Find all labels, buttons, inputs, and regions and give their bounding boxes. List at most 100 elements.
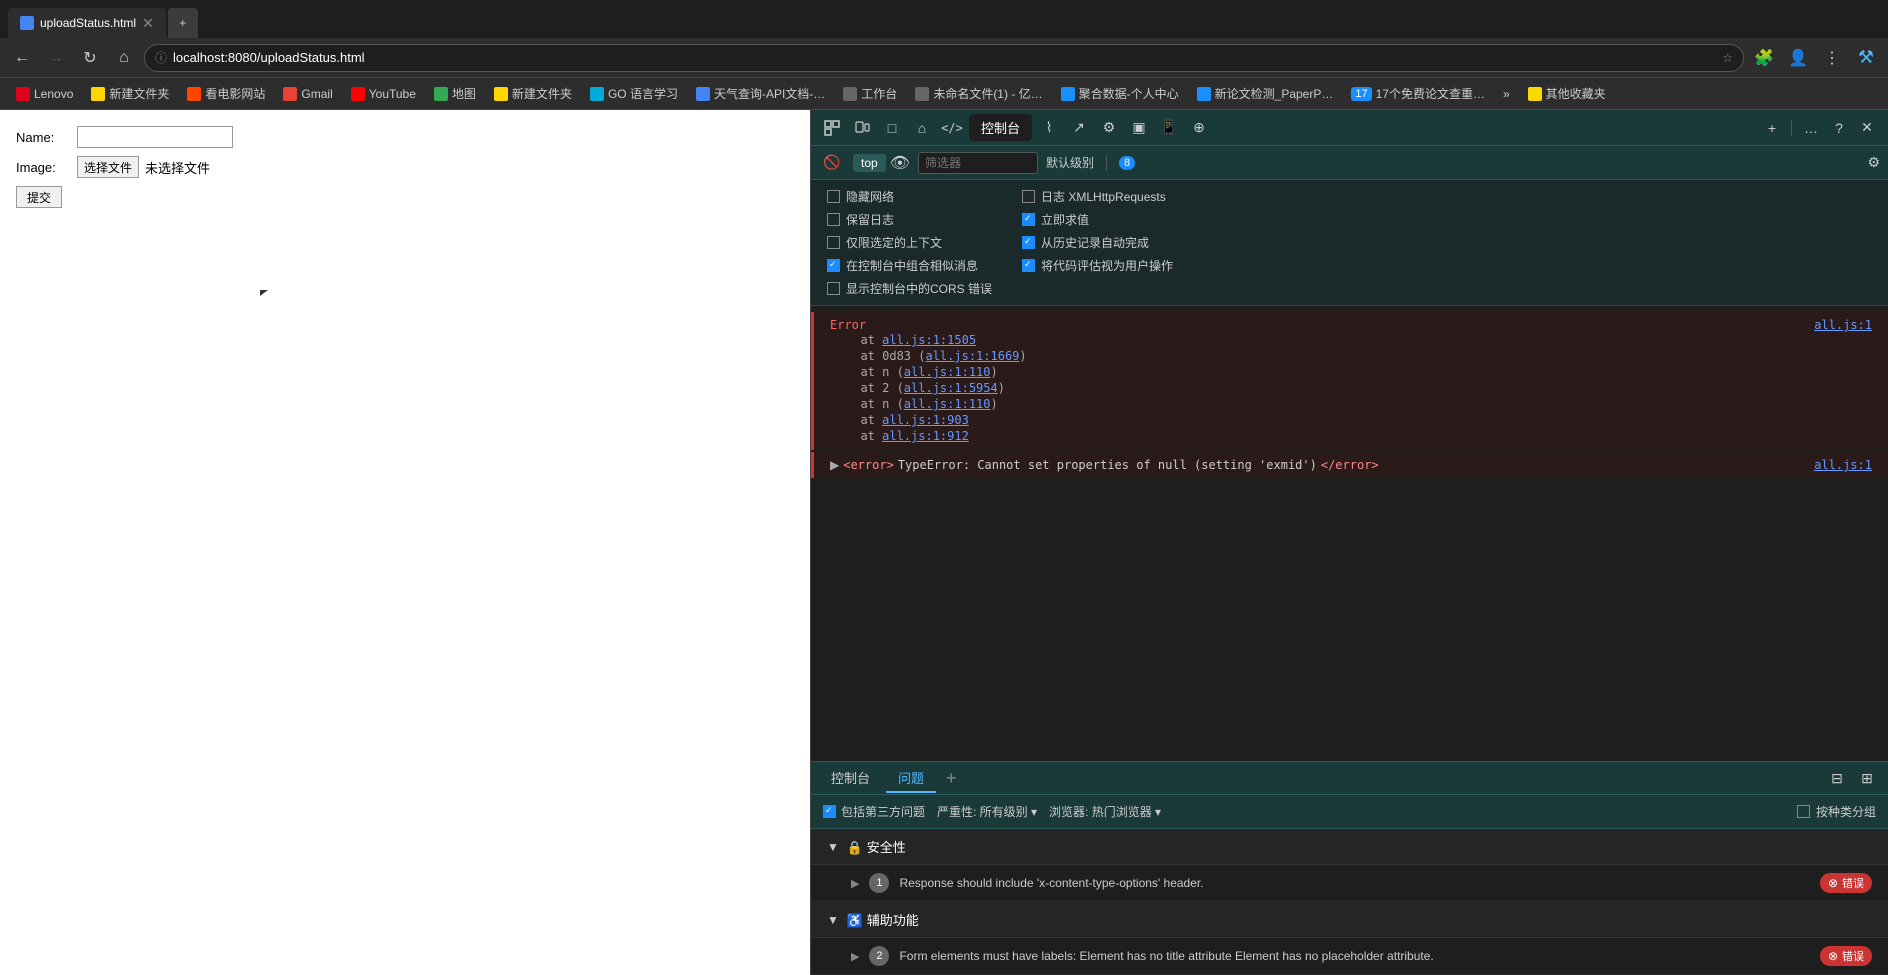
bookmark-data[interactable]: 聚合数据-个人中心 <box>1053 82 1187 105</box>
tab-close-button[interactable]: ✕ <box>142 15 154 32</box>
stack-link-7[interactable]: all.js:1:912 <box>882 429 969 443</box>
console-settings-button[interactable]: ⚙ <box>1867 154 1880 171</box>
home-icon[interactable]: ⌂ <box>909 115 935 141</box>
autocomplete-checkbox[interactable] <box>1022 236 1035 249</box>
add-tab-button[interactable]: + <box>940 768 963 789</box>
bookmark-paper[interactable]: 新论文检测_PaperP… <box>1189 82 1342 105</box>
bookmark-free[interactable]: 17 17个免费论文查重… <box>1343 82 1493 105</box>
active-tab[interactable]: uploadStatus.html ✕ <box>8 8 166 38</box>
bookmark-unnamed[interactable]: 未命名文件(1) - 亿… <box>907 82 1050 105</box>
level-select-label[interactable]: 默认级别 <box>1046 154 1094 171</box>
issue-2-text: Form elements must have labels: Element … <box>899 949 1809 963</box>
inspect-element-button[interactable] <box>819 115 845 141</box>
eager-eval-checkbox[interactable] <box>1022 213 1035 226</box>
mobile-icon[interactable]: 📱 <box>1156 115 1182 141</box>
forward-button[interactable]: → <box>42 44 70 72</box>
performance-icon[interactable]: ↗ <box>1066 115 1092 141</box>
bookmark-label: 新建文件夹 <box>512 85 572 102</box>
bookmark-workspace[interactable]: 工作台 <box>835 82 905 105</box>
bookmark-maps[interactable]: 地图 <box>426 82 484 105</box>
more-options-button[interactable]: … <box>1798 115 1824 141</box>
bookmark-gmail[interactable]: Gmail <box>275 84 340 104</box>
code-icon[interactable]: </> <box>939 115 965 141</box>
settings-icon[interactable]: ⚙ <box>1096 115 1122 141</box>
address-bar[interactable]: ⓘ localhost:8080/uploadStatus.html ☆ <box>144 44 1744 72</box>
bookmark-folder2[interactable]: 新建文件夹 <box>486 82 580 105</box>
help-button[interactable]: ? <box>1826 115 1852 141</box>
refresh-button[interactable]: ↻ <box>76 44 104 72</box>
pointer-icon[interactable]: □ <box>879 115 905 141</box>
top-select-label[interactable]: top <box>853 154 886 172</box>
add-panel-button[interactable]: + <box>1759 115 1785 141</box>
issue-2-expand[interactable]: ▶ <box>851 950 859 963</box>
eye-icon[interactable]: 👁 <box>890 153 910 173</box>
undock-button[interactable]: ⊟ <box>1824 765 1850 791</box>
tab-favicon <box>20 16 34 30</box>
bookmark-lenovo[interactable]: Lenovo <box>8 84 81 104</box>
stack-link-4[interactable]: all.js:1:5954 <box>904 381 998 395</box>
back-button[interactable]: ← <box>8 44 36 72</box>
preserve-log-checkbox[interactable] <box>827 213 840 226</box>
group-by-kind-checkbox[interactable] <box>1797 805 1810 818</box>
stack-link-2[interactable]: all.js:1:1669 <box>925 349 1019 363</box>
user-gesture-checkbox[interactable] <box>1022 259 1035 272</box>
stack-link-5[interactable]: all.js:1:110 <box>904 397 991 411</box>
home-button[interactable]: ⌂ <box>110 44 138 72</box>
accessibility-expand-arrow[interactable]: ▼ <box>827 913 839 927</box>
menu-button[interactable]: ⋮ <box>1818 44 1846 72</box>
bookmark-label: 新论文检测_PaperP… <box>1215 85 1334 102</box>
devtools-button[interactable]: ⚒ <box>1852 44 1880 72</box>
group-similar-label: 在控制台中组合相似消息 <box>846 257 978 274</box>
close-devtools-button[interactable]: ✕ <box>1854 115 1880 141</box>
show-cors-checkbox[interactable] <box>827 282 840 295</box>
star-icon[interactable]: ☆ <box>1722 51 1733 65</box>
bookmark-other[interactable]: 其他收藏夹 <box>1520 82 1614 105</box>
group-similar-checkbox[interactable] <box>827 259 840 272</box>
issue-1-expand[interactable]: ▶ <box>851 877 859 890</box>
bookmark-weather[interactable]: 天气查询-API文档-… <box>688 82 833 105</box>
image-row: Image: 选择文件 未选择文件 <box>16 156 794 178</box>
network-tab[interactable]: ⌇ <box>1036 115 1062 141</box>
bookmark-label: 工作台 <box>861 85 897 102</box>
error-message-link[interactable]: all.js:1 <box>1814 458 1872 472</box>
extensions-button[interactable]: 🧩 <box>1750 44 1778 72</box>
browser-label[interactable]: 浏览器: 热门浏览器 ▾ <box>1049 803 1161 820</box>
device-mode-button[interactable] <box>849 115 875 141</box>
bookmark-favicon <box>351 87 365 101</box>
profile-button[interactable]: 👤 <box>1784 44 1812 72</box>
clear-console-button[interactable]: 🚫 <box>819 150 845 176</box>
bookmark-favicon <box>696 87 710 101</box>
include-third-party-checkbox[interactable] <box>823 805 836 818</box>
filter-input[interactable] <box>918 152 1038 174</box>
security-icon[interactable]: ⊕ <box>1186 115 1212 141</box>
name-input[interactable] <box>77 126 233 148</box>
tab-issues[interactable]: 问题 <box>886 764 936 793</box>
bookmark-movie[interactable]: 看电影网站 <box>179 82 273 105</box>
bookmark-go[interactable]: GO 语言学习 <box>582 82 686 105</box>
bookmark-favicon <box>434 87 448 101</box>
hide-network-label: 隐藏网络 <box>846 188 894 205</box>
console-tab[interactable]: 控制台 <box>969 114 1032 141</box>
error-header-link[interactable]: all.js:1 <box>1814 318 1872 332</box>
security-expand-arrow[interactable]: ▼ <box>827 840 839 854</box>
stack-line-6: at all.js:1:903 <box>846 412 1872 428</box>
bookmark-label: 新建文件夹 <box>109 85 169 102</box>
selected-context-checkbox[interactable] <box>827 236 840 249</box>
stack-link-1[interactable]: all.js:1:1505 <box>882 333 976 347</box>
expand-arrow[interactable]: ▶ <box>830 458 839 472</box>
log-xmlhttp-checkbox[interactable] <box>1022 190 1035 203</box>
choose-file-button[interactable]: 选择文件 <box>77 156 139 178</box>
storage-icon[interactable]: ▣ <box>1126 115 1152 141</box>
stack-link-3[interactable]: all.js:1:110 <box>904 365 991 379</box>
bookmark-badge: 17 <box>1351 87 1371 101</box>
hide-network-checkbox[interactable] <box>827 190 840 203</box>
submit-button[interactable]: 提交 <box>16 186 62 208</box>
stack-link-6[interactable]: all.js:1:903 <box>882 413 969 427</box>
severity-label[interactable]: 严重性: 所有级别 ▾ <box>937 803 1037 820</box>
bookmark-more[interactable]: » <box>1495 84 1518 104</box>
tab-console[interactable]: 控制台 <box>819 764 882 793</box>
bookmark-youtube[interactable]: YouTube <box>343 84 424 104</box>
new-tab-button[interactable]: + <box>168 8 198 38</box>
dock-button[interactable]: ⊞ <box>1854 765 1880 791</box>
bookmark-new-folder[interactable]: 新建文件夹 <box>83 82 177 105</box>
